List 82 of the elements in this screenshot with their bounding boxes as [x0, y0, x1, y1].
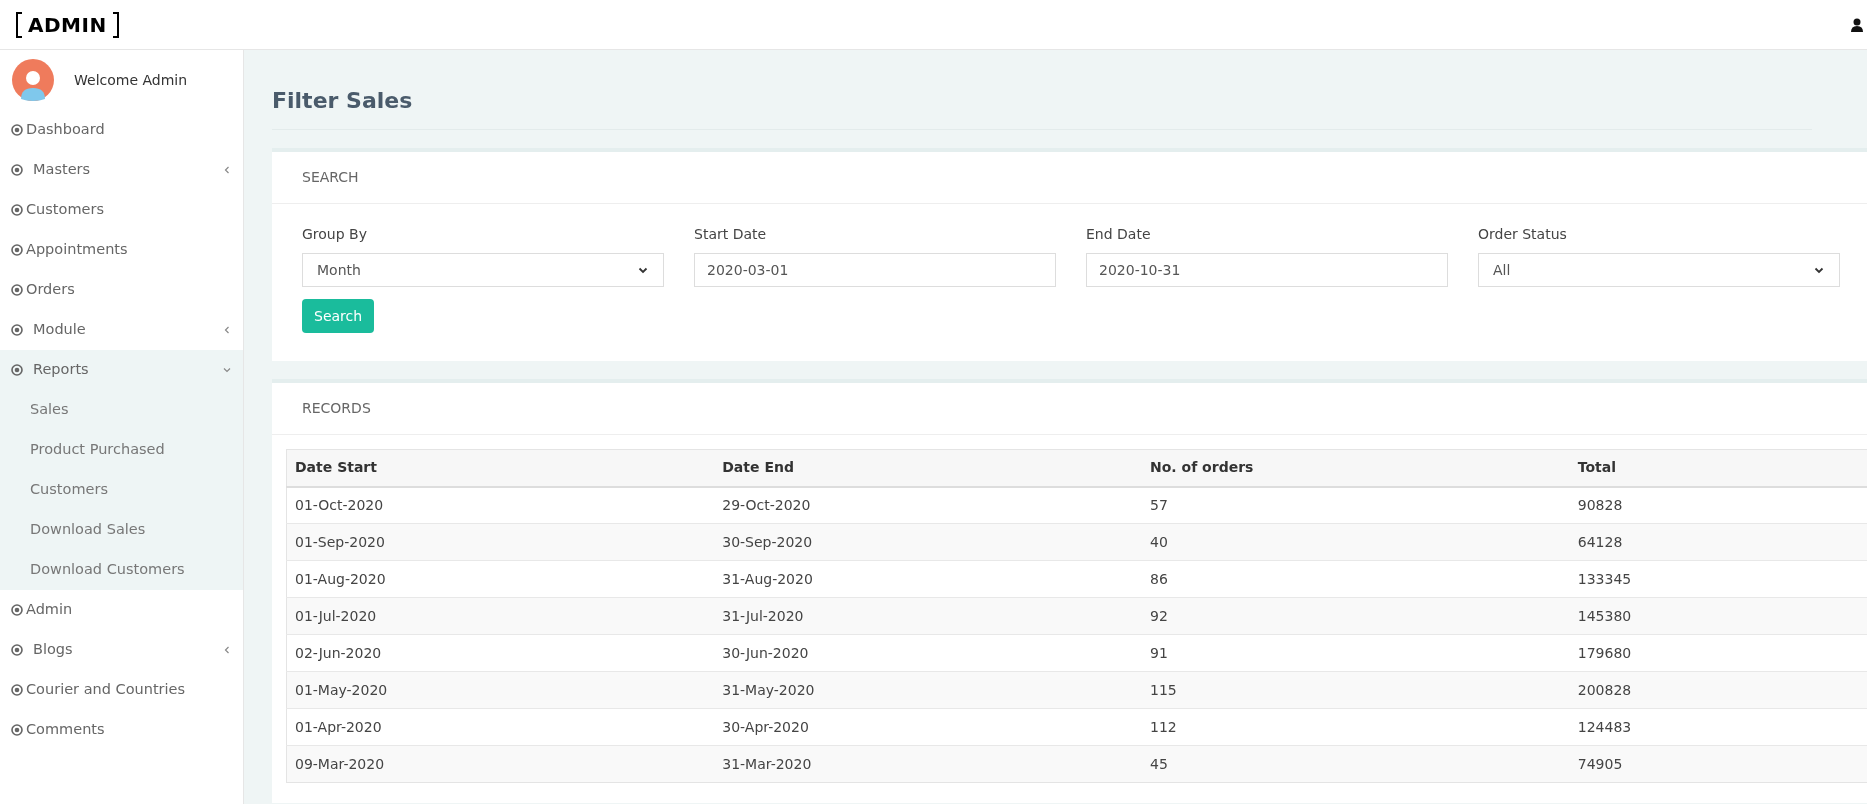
- sidebar-item[interactable]: Masters: [0, 150, 243, 190]
- table-cell: 86: [1142, 560, 1570, 598]
- radio-dot-icon: [11, 644, 23, 656]
- column-header: Date Start: [286, 449, 715, 487]
- field-label: Order Status: [1478, 225, 1568, 244]
- avatar-icon: [12, 59, 54, 101]
- table-cell: 112: [1142, 708, 1570, 746]
- radio-dot-icon: [11, 364, 23, 376]
- radio-dot-icon: [11, 324, 23, 336]
- table-cell: 01-Jul-2020: [286, 597, 715, 635]
- table-cell: 01-Aug-2020: [286, 560, 715, 598]
- table-cell: 200828: [1569, 671, 1867, 709]
- panel-heading: RECORDS: [272, 383, 1867, 435]
- table-cell: 31-Aug-2020: [714, 560, 1142, 598]
- date-input-field[interactable]: 2020-10-31: [1086, 253, 1448, 287]
- table-cell: 90828: [1569, 486, 1867, 524]
- sidebar-item[interactable]: Courier and Countries: [0, 670, 243, 710]
- chevron-left-icon: [223, 646, 231, 654]
- sidebar-item[interactable]: Reports: [0, 350, 243, 390]
- table-cell: 74905: [1569, 745, 1867, 783]
- radio-dot-icon: [11, 684, 23, 696]
- table-cell: 92: [1142, 597, 1570, 635]
- table-cell: 133345: [1569, 560, 1867, 598]
- submenu-item[interactable]: Customers: [0, 470, 243, 510]
- submenu-item[interactable]: Sales: [0, 390, 243, 430]
- sidebar-item[interactable]: Module: [0, 310, 243, 350]
- radio-dot-icon: [11, 164, 23, 176]
- table-cell: 02-Jun-2020: [286, 634, 715, 672]
- sidebar-item[interactable]: Appointments: [0, 230, 243, 270]
- chevron-left-icon: [223, 166, 231, 174]
- sidebar-item[interactable]: Dashboard: [0, 110, 243, 150]
- radio-dot-icon: [11, 244, 23, 256]
- chevron-down-icon: [223, 366, 231, 374]
- table-cell: 40: [1142, 523, 1570, 561]
- table-cell: 29-Oct-2020: [714, 486, 1142, 524]
- select-field[interactable]: Month: [302, 253, 664, 287]
- table-cell: 57: [1142, 486, 1570, 524]
- table-cell: 01-Oct-2020: [286, 486, 715, 524]
- radio-dot-icon: [11, 284, 23, 296]
- table-cell: 124483: [1569, 708, 1867, 746]
- table-cell: 31-Jul-2020: [714, 597, 1142, 635]
- radio-dot-icon: [11, 604, 23, 616]
- radio-dot-icon: [11, 124, 23, 136]
- submenu-item[interactable]: Download Sales: [0, 510, 243, 550]
- radio-dot-icon: [11, 724, 23, 736]
- field-label: End Date: [1086, 225, 1152, 244]
- page-title: Filter Sales: [272, 84, 1813, 130]
- logo-text[interactable]: ADMIN: [22, 9, 113, 40]
- panel-heading: SEARCH: [272, 152, 1867, 204]
- field-label: Start Date: [694, 225, 768, 244]
- radio-dot-icon: [11, 204, 23, 216]
- column-header: Total: [1569, 449, 1867, 487]
- table-cell: 09-Mar-2020: [286, 745, 715, 783]
- sidebar-item[interactable]: Blogs: [0, 630, 243, 670]
- sidebar-item[interactable]: Orders: [0, 270, 243, 310]
- submenu-item[interactable]: Product Purchased: [0, 430, 243, 470]
- table-cell: 30-Jun-2020: [714, 634, 1142, 672]
- welcome-text: Welcome Admin: [74, 70, 188, 90]
- table-cell: 91: [1142, 634, 1570, 672]
- select-field[interactable]: All: [1478, 253, 1840, 287]
- table-cell: 01-Sep-2020: [286, 523, 715, 561]
- sidebar-item[interactable]: Comments: [0, 710, 243, 750]
- table-cell: 179680: [1569, 634, 1867, 672]
- column-header: Date End: [714, 449, 1142, 487]
- sidebar-item[interactable]: Customers: [0, 190, 243, 230]
- table-cell: 31-Mar-2020: [714, 745, 1142, 783]
- table-cell: 64128: [1569, 523, 1867, 561]
- date-input-field[interactable]: 2020-03-01: [694, 253, 1056, 287]
- sidebar-item[interactable]: Admin: [0, 590, 243, 630]
- submenu-item[interactable]: Download Customers: [0, 550, 243, 590]
- chevron-left-icon: [223, 326, 231, 334]
- column-header: No. of orders: [1142, 449, 1570, 487]
- table-cell: 145380: [1569, 597, 1867, 635]
- table-cell: 31-May-2020: [714, 671, 1142, 709]
- user-icon[interactable]: [1851, 17, 1863, 32]
- table-cell: 30-Sep-2020: [714, 523, 1142, 561]
- field-label: Group By: [302, 225, 368, 244]
- table-cell: 45: [1142, 745, 1570, 783]
- table-cell: 01-Apr-2020: [286, 708, 715, 746]
- table-cell: 30-Apr-2020: [714, 708, 1142, 746]
- table-cell: 01-May-2020: [286, 671, 715, 709]
- table-cell: 115: [1142, 671, 1570, 709]
